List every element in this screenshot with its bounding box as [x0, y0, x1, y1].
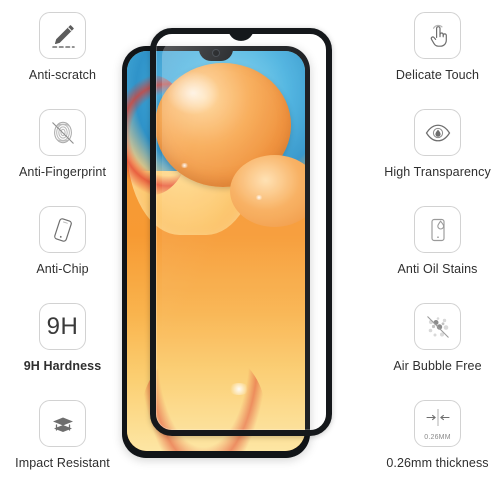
feature-label: Anti Oil Stains: [397, 262, 478, 276]
impact-layers-icon: [39, 400, 86, 447]
feature-label: Anti-Fingerprint: [18, 165, 107, 179]
feature-9h-hardness: 9H 9H Hardness: [0, 303, 125, 400]
hardness-badge-text: 9H: [46, 312, 79, 340]
feature-column-right: Delicate Touch High Transparency Anti Oi…: [375, 0, 500, 500]
feature-impact-resistant: Impact Resistant: [0, 400, 125, 497]
feature-label: Impact Resistant: [15, 456, 110, 470]
thickness-badge-text: 0.26MM: [424, 434, 451, 441]
feature-label: 9H Hardness: [23, 359, 102, 373]
feature-anti-chip: Anti-Chip: [0, 206, 125, 303]
fingerprint-slash-icon: [39, 109, 86, 156]
hardness-9h-icon: 9H: [39, 303, 86, 350]
feature-high-transparency: High Transparency: [375, 109, 500, 206]
oil-drop-phone-icon: [414, 206, 461, 253]
eye-icon: [414, 109, 461, 156]
feature-label: 0.26mm thickness: [386, 456, 489, 470]
feature-anti-scratch: Anti-scratch: [0, 12, 125, 109]
glass-inner-edge: [156, 34, 326, 430]
thickness-arrows-icon: 0.26MM: [414, 400, 461, 447]
screen-protector-glass: [150, 28, 332, 436]
feature-anti-oil-stains: Anti Oil Stains: [375, 206, 500, 303]
feature-column-left: Anti-scratch Anti-Fingerprint Anti-Chip …: [0, 0, 125, 500]
feature-label: Air Bubble Free: [393, 359, 482, 373]
product-feature-graphic: Anti-scratch Anti-Fingerprint Anti-Chip …: [0, 0, 500, 500]
pen-scratch-icon: [39, 12, 86, 59]
feature-delicate-touch: Delicate Touch: [375, 12, 500, 109]
feature-label: Anti-Chip: [36, 262, 89, 276]
feature-anti-fingerprint: Anti-Fingerprint: [0, 109, 125, 206]
phone-with-screen-protector: [118, 0, 382, 500]
touch-hand-icon: [414, 12, 461, 59]
feature-label: Anti-scratch: [28, 68, 97, 82]
bubbles-slash-icon: [414, 303, 461, 350]
feature-label: Delicate Touch: [395, 68, 480, 82]
tilted-phone-icon: [39, 206, 86, 253]
feature-label: High Transparency: [384, 165, 491, 179]
feature-thickness: 0.26MM 0.26mm thickness: [375, 400, 500, 497]
feature-air-bubble-free: Air Bubble Free: [375, 303, 500, 400]
